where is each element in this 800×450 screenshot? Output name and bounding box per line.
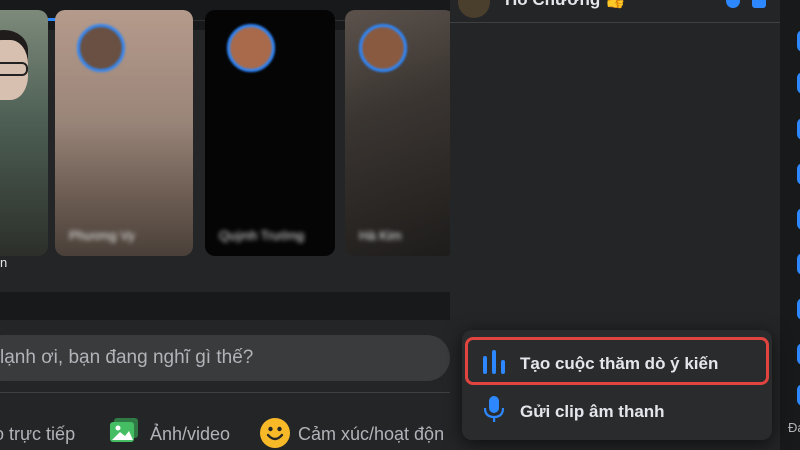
composer-placeholder: lạnh ơi, bạn đang nghĩ gì thế? [0,347,254,368]
story-name: Quỳnh Trường [219,228,305,243]
poll-icon [483,350,505,374]
create-poll-label: Tạo cuộc thăm dò ý kiến [520,354,719,373]
story-name: Hà Kim [359,228,402,243]
story-person-glasses [0,62,28,76]
story-card-4[interactable]: Hà Kim [345,10,450,256]
story-card-1-name: n [0,255,8,270]
feeling-activity-button[interactable]: Cảm xúc/hoạt độn [298,420,444,448]
photo-video-button[interactable]: Ảnh/video [150,420,230,448]
composer-divider [0,392,450,393]
microphone-icon [483,396,505,422]
story-name: Phương Vy [69,228,135,243]
news-feed: n Phương Vy Quỳnh Trường Hà Kim lạnh ơi,… [0,0,450,450]
photo-video-icon [110,418,138,442]
send-audio-clip-label: Gửi clip âm thanh [520,402,665,421]
video-call-icon[interactable] [752,0,766,8]
story-avatar [227,24,275,72]
story-card-2[interactable]: Phương Vy [55,10,193,256]
live-video-button[interactable]: o trực tiếp [0,420,75,448]
chat-title[interactable]: Hồ Chương 👍 [505,0,626,10]
story-avatar [359,24,407,72]
contacts-strip-label: Đa [788,420,800,435]
story-card-3[interactable]: Quỳnh Trường [205,10,335,256]
story-avatar [77,24,125,72]
feeling-activity-icon [260,418,290,448]
story-card-1[interactable] [0,10,48,256]
